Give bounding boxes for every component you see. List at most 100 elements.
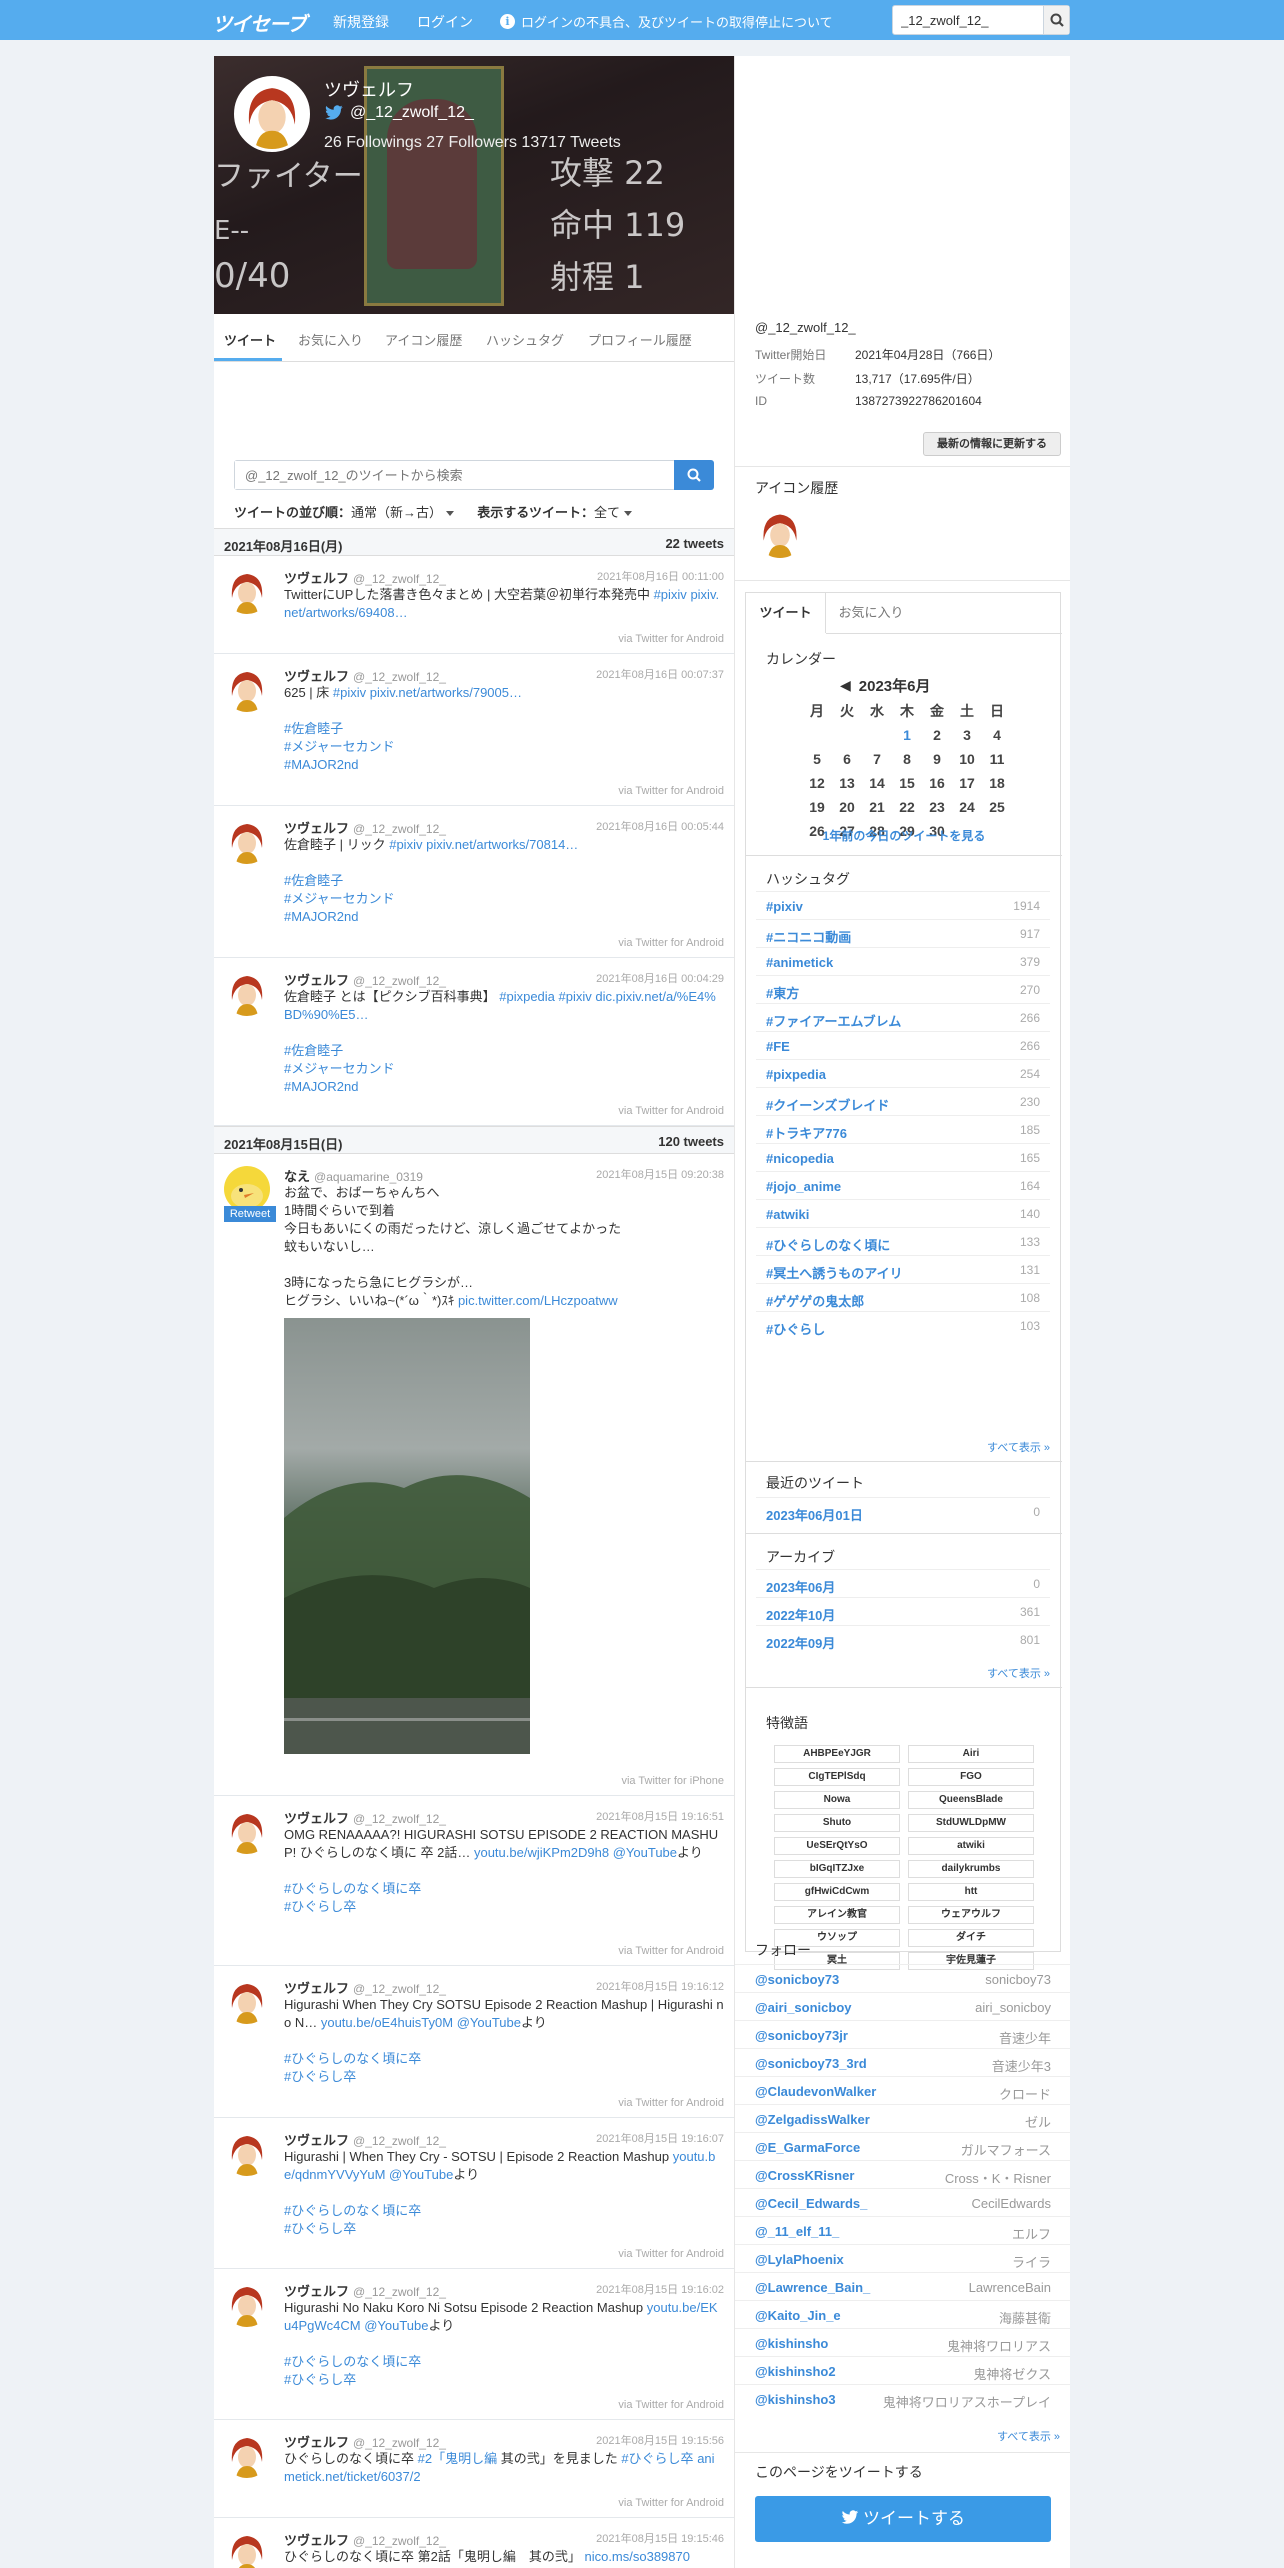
feature-word[interactable]: Nowa: [774, 1791, 900, 1809]
follow-row[interactable]: @sonicboy73_3rd 音速少年3: [735, 2048, 1070, 2076]
tweet-avatar[interactable]: [224, 1978, 270, 2024]
hashtag-row[interactable]: #トラキア776 185: [756, 1115, 1050, 1143]
follow-row[interactable]: @sonicboy73jr 音速少年: [735, 2020, 1070, 2048]
calendar-day[interactable]: 1: [892, 723, 922, 747]
tweet-time[interactable]: 2021年08月16日 00:04:29: [596, 970, 724, 986]
tweet-avatar[interactable]: [224, 970, 270, 1016]
icon-history-avatar[interactable]: [755, 508, 805, 558]
feature-word[interactable]: アレイン教官: [774, 1906, 900, 1924]
follow-row[interactable]: @ZelgadissWalker ゼル: [735, 2104, 1070, 2132]
archive-row[interactable]: 2022年09月 801: [756, 1625, 1050, 1653]
hashtag-row[interactable]: #冥土へ誘うものアイリ 131: [756, 1255, 1050, 1283]
tweet-photo[interactable]: [284, 1318, 530, 1754]
tab-tweets[interactable]: ツイート: [224, 330, 276, 349]
hashtag-row[interactable]: #東方 270: [756, 975, 1050, 1003]
tweet-time[interactable]: 2021年08月16日 00:11:00: [597, 568, 724, 584]
calendar-day[interactable]: 22: [892, 795, 922, 819]
follow-row[interactable]: @kishinsho 鬼神将ワロリアス: [735, 2328, 1070, 2356]
tweet-avatar[interactable]: [224, 2432, 270, 2478]
tab-favorites[interactable]: お気に入り: [298, 330, 363, 349]
feature-word[interactable]: ダイチ: [908, 1929, 1034, 1947]
tab-icon-history[interactable]: アイコン履歴: [385, 330, 462, 349]
tweet-avatar[interactable]: [224, 666, 270, 712]
follow-row[interactable]: @E_GarmaForce ガルマフォース: [735, 2132, 1070, 2160]
hashtag-row[interactable]: #ゲゲゲの鬼太郎 108: [756, 1283, 1050, 1311]
hashtag-row[interactable]: #atwiki 140: [756, 1199, 1050, 1227]
calendar-day[interactable]: 8: [892, 747, 922, 771]
tweet-avatar[interactable]: [224, 2281, 270, 2327]
tweet-time[interactable]: 2021年08月15日 19:15:56: [596, 2432, 724, 2448]
tweet-search-button[interactable]: [674, 460, 714, 490]
feature-word[interactable]: bIGqITZJxe: [774, 1860, 900, 1878]
tweet-time[interactable]: 2021年08月16日 00:07:37: [596, 666, 724, 682]
feature-word[interactable]: atwiki: [908, 1837, 1034, 1855]
hashtag-row[interactable]: #animetick 379: [756, 947, 1050, 975]
tweet-avatar[interactable]: [224, 568, 270, 614]
feature-word[interactable]: Airi: [908, 1745, 1034, 1763]
tweet-time[interactable]: 2021年08月15日 19:16:51: [596, 1808, 724, 1824]
tweet-time[interactable]: 2021年08月15日 19:16:02: [596, 2281, 724, 2297]
feature-word[interactable]: Shuto: [774, 1814, 900, 1832]
tweet-time[interactable]: 2021年08月15日 09:20:38: [596, 1166, 724, 1182]
tweet-avatar[interactable]: [224, 2530, 270, 2568]
nav-register-link[interactable]: 新規登録: [333, 12, 389, 32]
calendar-day[interactable]: 9: [922, 747, 952, 771]
follow-row[interactable]: @Lawrence_Bain_ LawrenceBain: [735, 2272, 1070, 2300]
follow-row[interactable]: @kishinsho3 鬼神将ワロリアスホープレイ: [735, 2384, 1070, 2412]
recent-row[interactable]: 2023年06月01日 0: [756, 1497, 1050, 1525]
tweet-avatar[interactable]: [224, 818, 270, 864]
user-search-button[interactable]: [1043, 6, 1069, 34]
tweet-author[interactable]: ツヴェルフ @_12_zwolf_12_: [284, 970, 446, 989]
follow-row[interactable]: @Cecil_Edwards_ CecilEdwards: [735, 2188, 1070, 2216]
tweet-avatar[interactable]: [224, 1808, 270, 1854]
feature-word[interactable]: gfHwiCdCwm: [774, 1883, 900, 1901]
hashtags-show-all-link[interactable]: すべて表示 »: [987, 1439, 1050, 1455]
hashtag-row[interactable]: #nicopedia 165: [756, 1143, 1050, 1171]
feature-word[interactable]: AHBPEeYJGR: [774, 1745, 900, 1763]
tweet-search-input[interactable]: [235, 461, 635, 489]
follow-show-all-link[interactable]: すべて表示 »: [997, 2428, 1060, 2444]
tweet-author[interactable]: ツヴェルフ @_12_zwolf_12_: [284, 2530, 446, 2549]
nav-notice-link[interactable]: i ログインの不具合、及びツイートの取得停止について: [500, 12, 833, 31]
follow-row[interactable]: @kishinsho2 鬼神将ゼクス: [735, 2356, 1070, 2384]
follow-row[interactable]: @_11_elf_11_ エルフ: [735, 2216, 1070, 2244]
tweet-author[interactable]: ツヴェルフ @_12_zwolf_12_: [284, 818, 446, 837]
feature-word[interactable]: FGO: [908, 1768, 1034, 1786]
feature-word[interactable]: CIgTEPlSdq: [774, 1768, 900, 1786]
tweet-author[interactable]: ツヴェルフ @_12_zwolf_12_: [284, 2130, 446, 2149]
calendar-day[interactable]: 18: [982, 771, 1012, 795]
calendar-day[interactable]: 3: [952, 723, 982, 747]
calendar-day[interactable]: 12: [802, 771, 832, 795]
tweet-author[interactable]: ツヴェルフ @_12_zwolf_12_: [284, 1978, 446, 1997]
calendar-day[interactable]: 2: [922, 723, 952, 747]
tweet-author[interactable]: ツヴェルフ @_12_zwolf_12_: [284, 1808, 446, 1827]
tweet-avatar[interactable]: [224, 2130, 270, 2176]
tweet-author[interactable]: ツヴェルフ @_12_zwolf_12_: [284, 2432, 446, 2451]
calendar-day[interactable]: 5: [802, 747, 832, 771]
calendar-day[interactable]: 10: [952, 747, 982, 771]
calendar-day[interactable]: 23: [922, 795, 952, 819]
follow-row[interactable]: @Kaito_Jin_e 海藤甚衛: [735, 2300, 1070, 2328]
hashtag-row[interactable]: #ニコニコ動画 917: [756, 919, 1050, 947]
follow-row[interactable]: @CrossKRisner Cross・K・Risner: [735, 2160, 1070, 2188]
tab-hashtags[interactable]: ハッシュタグ: [486, 330, 564, 349]
hashtag-row[interactable]: #ひぐらしのなく頃に 133: [756, 1227, 1050, 1255]
hashtag-row[interactable]: #ひぐらし 103: [756, 1311, 1050, 1339]
calendar-day[interactable]: 16: [922, 771, 952, 795]
tweet-author[interactable]: ツヴェルフ @_12_zwolf_12_: [284, 666, 446, 685]
calendar-day[interactable]: 25: [982, 795, 1012, 819]
feature-word[interactable]: QueensBlade: [908, 1791, 1034, 1809]
user-search-input[interactable]: [893, 6, 1043, 34]
calendar-day[interactable]: 15: [892, 771, 922, 795]
profile-handle-row[interactable]: @_12_zwolf_12_: [324, 104, 474, 122]
hashtag-row[interactable]: #pixiv 1914: [756, 891, 1050, 919]
tweet-author[interactable]: ツヴェルフ @_12_zwolf_12_: [284, 568, 446, 587]
follow-row[interactable]: @LylaPhoenix ライラ: [735, 2244, 1070, 2272]
site-logo[interactable]: ツイセーブ: [212, 8, 307, 36]
calendar-day[interactable]: 13: [832, 771, 862, 795]
hashtag-row[interactable]: #jojo_anime 164: [756, 1171, 1050, 1199]
archive-row[interactable]: 2023年06月 0: [756, 1569, 1050, 1597]
calendar-last-year-link[interactable]: 1年前の今日のツイートを見る: [746, 827, 1062, 844]
calendar-day[interactable]: 20: [832, 795, 862, 819]
follow-row[interactable]: @ClaudevonWalker クロード: [735, 2076, 1070, 2104]
